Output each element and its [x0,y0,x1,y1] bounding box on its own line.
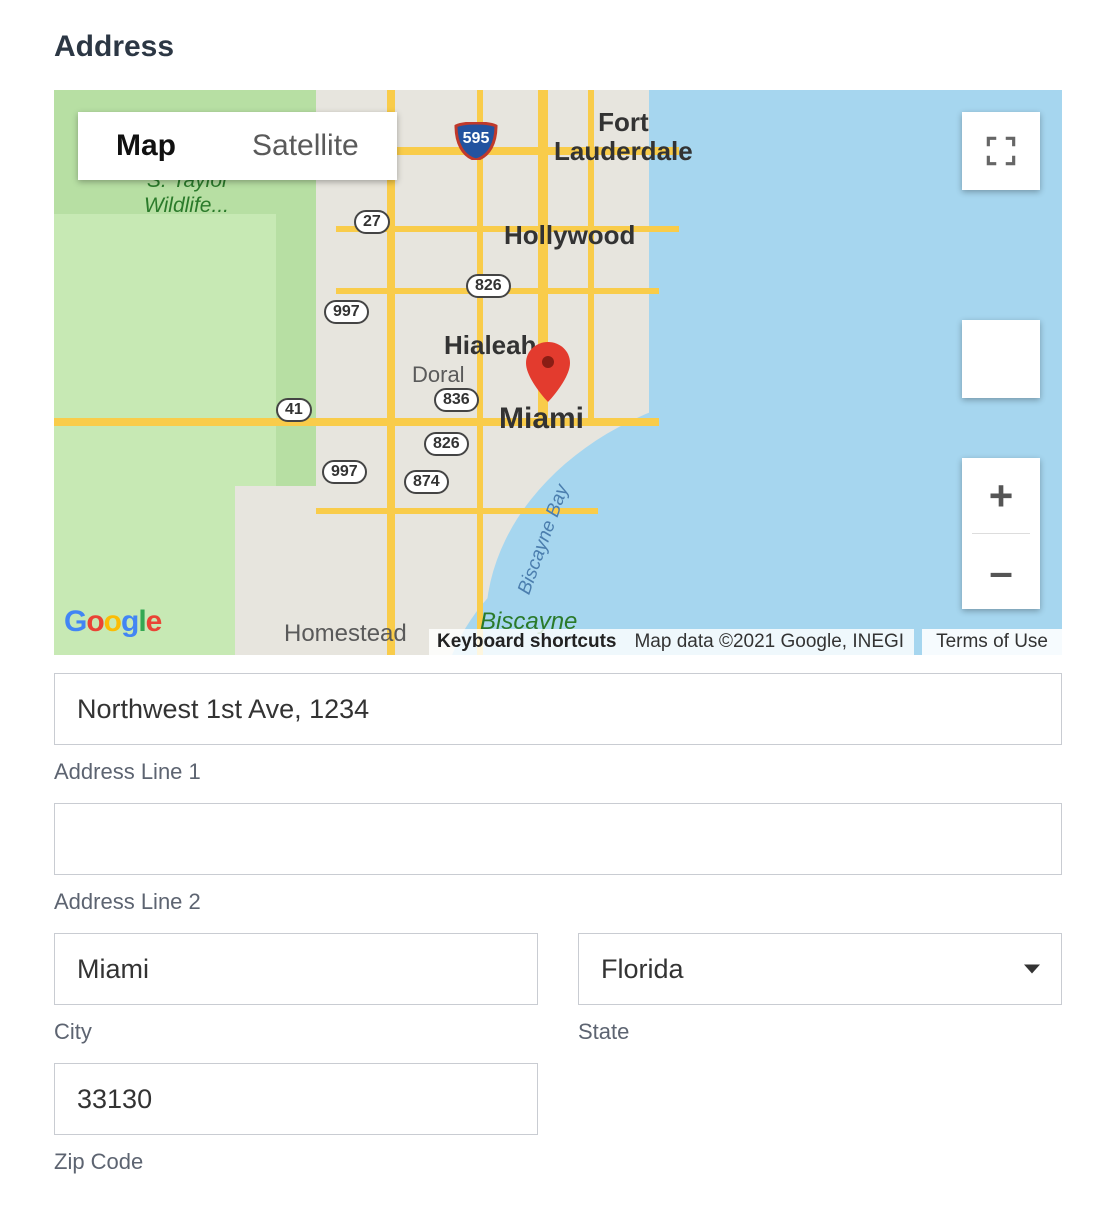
zoom-control: + – [962,458,1040,609]
shield-27: 27 [354,210,390,234]
map-label-miami: Miami [499,402,584,436]
zip-code-input[interactable] [54,1063,538,1135]
address-line-1-label: Address Line 1 [54,759,1062,785]
shield-41: 41 [276,398,312,422]
map-type-satellite-button[interactable]: Satellite [214,112,397,180]
fullscreen-icon [982,132,1020,170]
zoom-out-button[interactable]: – [962,534,1040,609]
map-label-hialeah: Hialeah [444,330,537,361]
pegman-button[interactable] [962,320,1040,398]
zoom-in-button[interactable]: + [962,458,1040,533]
shield-826a: 826 [466,274,511,298]
zip-code-label: Zip Code [54,1149,538,1175]
shield-i595-icon: 595 [454,122,498,160]
map-marker-icon[interactable] [526,342,570,402]
state-label: State [578,1019,1062,1045]
shield-826b: 826 [424,432,469,456]
shield-i595-label: 595 [454,130,498,148]
shield-836: 836 [434,388,479,412]
shield-874: 874 [404,470,449,494]
state-select[interactable]: Florida [578,933,1062,1005]
address-line-2-label: Address Line 2 [54,889,1062,915]
map-type-toggle: Map Satellite [78,112,397,180]
address-line-1-input[interactable] [54,673,1062,745]
shield-997a: 997 [324,300,369,324]
map-road [477,90,483,655]
fullscreen-button[interactable] [962,112,1040,190]
map-type-map-button[interactable]: Map [78,112,214,180]
keyboard-shortcuts-button[interactable]: Keyboard shortcuts [429,629,624,655]
map-attribution-bar: Keyboard shortcuts Map data ©2021 Google… [54,629,1062,655]
map-label-hollywood: Hollywood [504,220,635,251]
address-line-2-input[interactable] [54,803,1062,875]
shield-997b: 997 [322,460,367,484]
city-label: City [54,1019,538,1045]
map-attribution: Map data ©2021 Google, INEGI [624,629,914,655]
section-heading: Address [54,30,1062,64]
map-canvas[interactable]: S. TaylorWildlife... FortLauderdale Holl… [54,90,1062,655]
map-label-fort-lauderdale: FortLauderdale [554,108,693,165]
terms-of-use-link[interactable]: Terms of Use [922,629,1062,655]
map-label-doral: Doral [412,362,465,388]
city-input[interactable] [54,933,538,1005]
